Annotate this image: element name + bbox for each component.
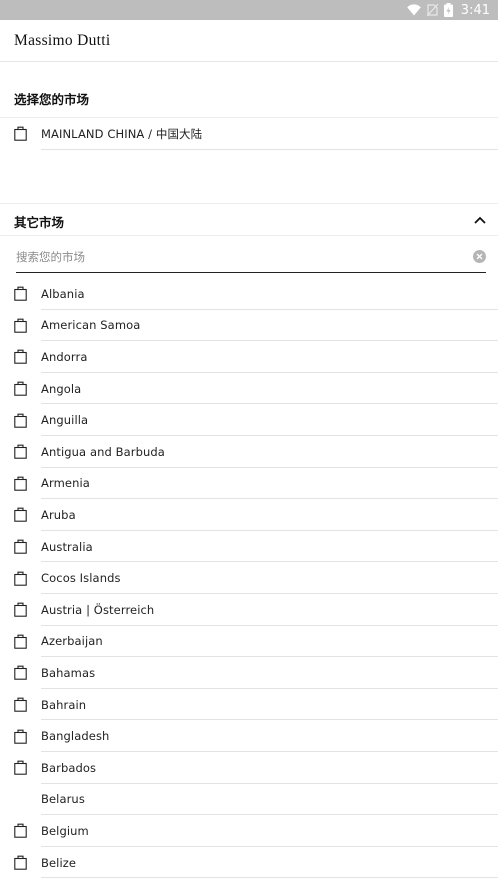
market-label: Bangladesh <box>41 729 110 744</box>
shopping-bag-icon <box>14 286 27 302</box>
market-list-item[interactable]: American Samoa <box>0 310 498 342</box>
market-label: American Samoa <box>41 318 141 333</box>
market-label: Barbados <box>41 760 97 775</box>
market-list-item[interactable]: Belarus <box>0 784 498 816</box>
selected-market-label: MAINLAND CHINA / 中国大陆 <box>41 126 203 141</box>
market-label: Angola <box>41 381 82 396</box>
shopping-bag-icon <box>14 697 27 712</box>
market-label: Armenia <box>41 476 90 491</box>
market-list-item[interactable]: Albania <box>0 278 498 310</box>
shopping-bag-icon <box>14 760 27 776</box>
market-list-item[interactable]: Bahamas <box>0 657 498 689</box>
shopping-bag-icon <box>14 318 27 333</box>
market-list-item[interactable]: Armenia <box>0 468 498 500</box>
row-divider <box>41 148 498 150</box>
no-sim-icon <box>426 4 438 16</box>
app-header: Massimo Dutti <box>0 20 498 62</box>
selected-market-title: 选择您的市场 <box>14 92 90 107</box>
shopping-bag-icon <box>14 571 27 586</box>
market-label: Bahamas <box>41 665 96 680</box>
status-time: 3:41 <box>460 2 490 18</box>
market-label: Bahrain <box>41 697 87 712</box>
market-list-item[interactable]: Angola <box>0 373 498 405</box>
shopping-bag-icon <box>14 508 27 523</box>
shopping-bag-icon <box>14 855 27 870</box>
market-list-item[interactable]: Antigua and Barbuda <box>0 436 498 468</box>
row-divider <box>41 877 498 879</box>
shopping-bag-icon <box>14 381 27 396</box>
market-list-item[interactable]: Bahrain <box>0 689 498 721</box>
market-list-item[interactable]: Azerbaijan <box>0 626 498 658</box>
other-markets-toggle[interactable]: 其它市场 <box>0 204 498 235</box>
market-list-item[interactable]: Bangladesh <box>0 720 498 752</box>
shopping-bag-icon <box>14 539 27 554</box>
status-bar: 3:41 <box>0 0 498 20</box>
other-markets-title: 其它市场 <box>14 215 65 230</box>
market-list-item[interactable]: Aruba <box>0 499 498 531</box>
market-label: Aruba <box>41 507 76 522</box>
market-label: Cocos Islands <box>41 571 121 586</box>
market-label: Belize <box>41 855 77 870</box>
market-list-item[interactable]: Andorra <box>0 341 498 373</box>
market-list-item[interactable]: Belize <box>0 847 498 879</box>
battery-icon <box>443 3 453 17</box>
market-label: Azerbaijan <box>41 634 103 649</box>
shopping-bag-icon <box>14 824 27 839</box>
market-label: Belgium <box>41 823 89 838</box>
shopping-bag-icon <box>14 476 27 491</box>
wifi-icon <box>406 4 421 16</box>
market-list-item[interactable]: Cocos Islands <box>0 562 498 594</box>
shopping-bag-icon <box>14 729 27 744</box>
divider <box>0 235 498 236</box>
selected-market-item[interactable]: MAINLAND CHINA / 中国大陆 <box>0 118 498 150</box>
chevron-up-icon[interactable] <box>474 216 486 224</box>
market-search <box>16 244 486 273</box>
market-list-item[interactable]: Barbados <box>0 752 498 784</box>
market-label: Anguilla <box>41 413 89 428</box>
clear-icon[interactable] <box>473 250 486 263</box>
market-list-item[interactable]: Belgium <box>0 815 498 847</box>
market-list-item[interactable]: Austria | Österreich <box>0 594 498 626</box>
shopping-bag-icon <box>14 413 27 428</box>
brand-logo[interactable]: Massimo Dutti <box>14 32 110 50</box>
market-list-item[interactable]: Anguilla <box>0 404 498 436</box>
market-label: Albania <box>41 286 85 301</box>
market-label: Austria | Österreich <box>41 602 155 617</box>
shopping-bag-icon <box>14 666 27 681</box>
market-label: Antigua and Barbuda <box>41 444 165 459</box>
market-label: Australia <box>41 539 93 554</box>
shopping-bag-icon <box>14 634 27 649</box>
shopping-bag-icon <box>14 350 27 365</box>
market-label: Belarus <box>41 792 85 807</box>
search-input[interactable] <box>16 244 456 270</box>
shopping-bag-icon <box>14 444 27 460</box>
shopping-bag-icon <box>14 602 27 618</box>
market-label: Andorra <box>41 349 88 364</box>
shopping-bag-icon <box>14 126 27 142</box>
market-list-item[interactable]: Australia <box>0 531 498 563</box>
